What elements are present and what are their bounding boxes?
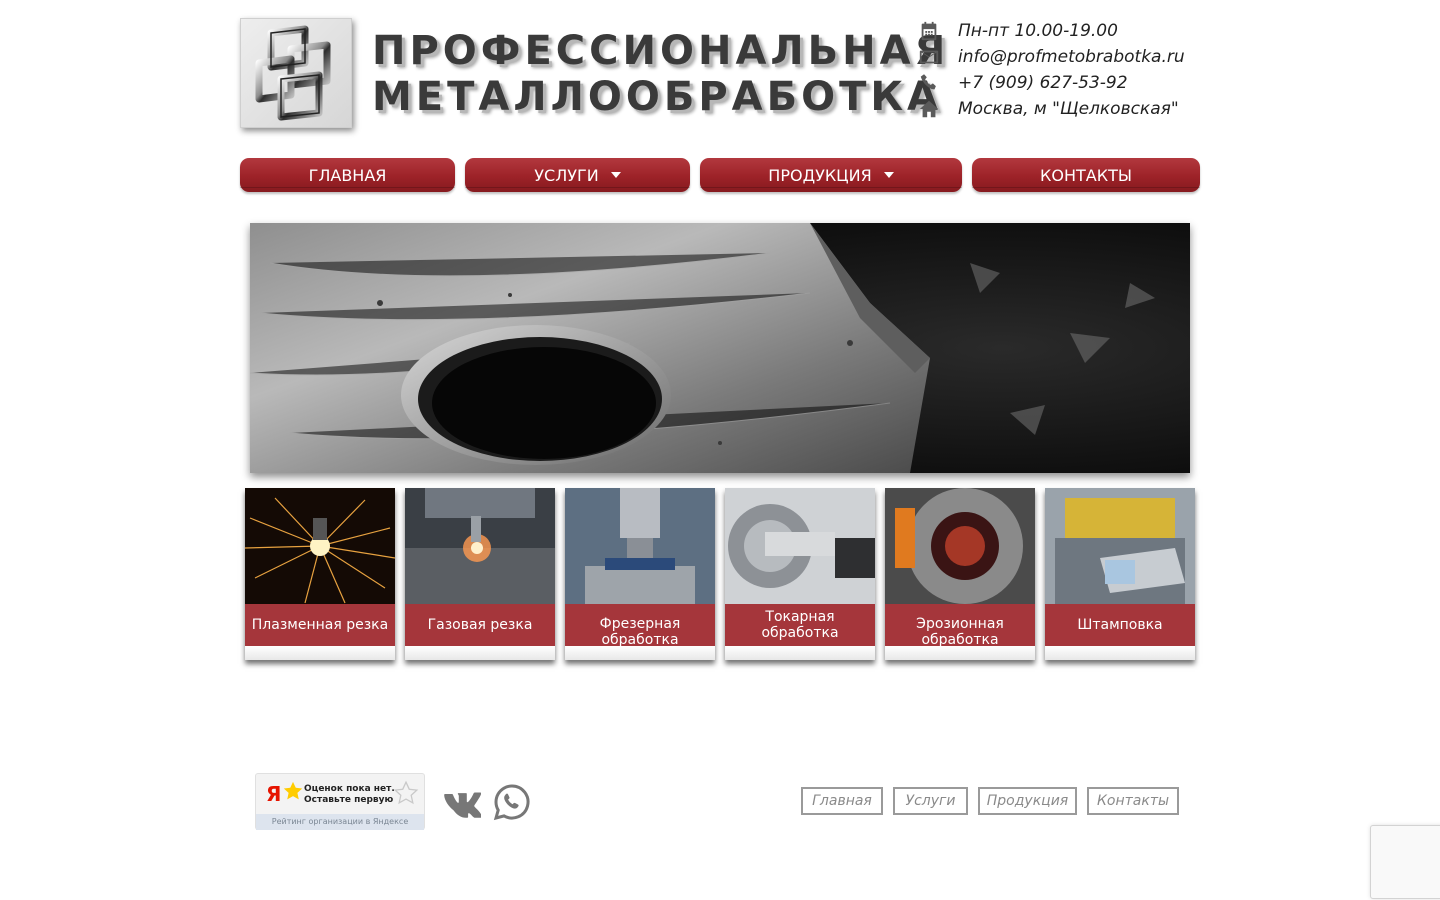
footer-link-home[interactable]: Главная: [801, 787, 883, 815]
service-tile-turning[interactable]: Токарная обработка: [725, 488, 875, 660]
yandex-rating-text: Оценок пока нет. Оставьте первую: [304, 784, 395, 806]
contact-phone[interactable]: +7 (909) 627-53-92: [918, 70, 1208, 96]
yandex-rating-line2: Оставьте первую: [304, 795, 394, 805]
whatsapp-icon[interactable]: [493, 783, 531, 821]
yandex-rating-line1: Оценок пока нет.: [304, 784, 395, 794]
caret-down-icon: [883, 172, 894, 178]
contact-email-text[interactable]: info@profmetobrabotka.ru: [958, 47, 1185, 67]
service-tile-milling[interactable]: Фрезерная обработка: [565, 488, 715, 660]
footer-link-services[interactable]: Услуги: [893, 787, 968, 815]
contact-address: Москва, м "Щелковская": [918, 96, 1208, 122]
service-tile-erosion[interactable]: Эрозионная обработка: [885, 488, 1035, 660]
nav-item-contacts-label: КОНТАКТЫ: [1040, 165, 1132, 185]
service-tile-plasma[interactable]: Плазменная резка: [245, 488, 395, 660]
tile-shadow: [565, 646, 715, 660]
contact-hours: Пн-пт 10.00-19.00: [918, 18, 1208, 44]
nav-item-services[interactable]: УСЛУГИ: [465, 158, 690, 192]
service-tile-stamping[interactable]: Штамповка: [1045, 488, 1195, 660]
service-tile-label: Токарная обработка: [725, 604, 875, 646]
service-tile-label: Плазменная резка: [245, 604, 395, 646]
tile-shadow: [405, 646, 555, 660]
milling-image: [565, 488, 715, 604]
phone-icon: [918, 70, 958, 96]
footer-link-products[interactable]: Продукция: [978, 787, 1077, 815]
contact-hours-text: Пн-пт 10.00-19.00: [958, 21, 1118, 41]
tile-shadow: [1045, 646, 1195, 660]
contact-email[interactable]: info@profmetobrabotka.ru: [918, 44, 1208, 70]
contact-phone-text[interactable]: +7 (909) 627-53-92: [958, 73, 1128, 93]
home-icon: [918, 96, 958, 122]
plasma-cutting-image: [245, 488, 395, 604]
site-title-line2: МЕТАЛЛООБРАБОТКА: [372, 74, 943, 120]
gas-cutting-image: [405, 488, 555, 604]
recaptcha-widget[interactable]: [1370, 825, 1440, 899]
site-title: ПРОФЕССИОНАЛЬНАЯ МЕТАЛЛООБРАБОТКА: [372, 28, 949, 120]
service-tile-label: Газовая резка: [405, 604, 555, 646]
services-grid: Плазменная резка Газовая резка Фрезерная…: [245, 488, 1195, 664]
erosion-image: [885, 488, 1035, 604]
tile-shadow: [245, 646, 395, 660]
nav-item-home[interactable]: ГЛАВНАЯ: [240, 158, 455, 192]
turning-image: [725, 488, 875, 604]
envelope-icon: [918, 44, 958, 70]
yandex-rating-caption: Рейтинг организации в Яндексе: [256, 814, 424, 830]
tile-shadow: [885, 646, 1035, 660]
vk-icon[interactable]: [443, 783, 482, 821]
caret-down-icon: [610, 172, 621, 178]
tile-shadow: [725, 646, 875, 660]
footer-link-contacts[interactable]: Контакты: [1087, 787, 1179, 815]
site-logo[interactable]: [240, 18, 352, 128]
nav-item-contacts[interactable]: КОНТАКТЫ: [972, 158, 1200, 192]
empty-star-icon[interactable]: [393, 780, 419, 806]
header-contacts: Пн-пт 10.00-19.00 info@profmetobrabotka.…: [918, 18, 1208, 122]
yandex-logo: Я: [266, 782, 282, 806]
nav-item-products[interactable]: ПРОДУКЦИЯ: [700, 158, 962, 192]
stamping-image: [1045, 488, 1195, 604]
yandex-rating-badge[interactable]: Я Оценок пока нет. Оставьте первую Рейти…: [255, 773, 425, 830]
contact-address-text: Москва, м "Щелковская": [958, 99, 1179, 119]
service-tile-label: Штамповка: [1045, 604, 1195, 646]
nav-item-services-label: УСЛУГИ: [534, 165, 599, 185]
nav-item-home-label: ГЛАВНАЯ: [308, 165, 387, 185]
nav-item-products-label: ПРОДУКЦИЯ: [768, 165, 872, 185]
calendar-icon: [918, 18, 958, 44]
service-tile-gas[interactable]: Газовая резка: [405, 488, 555, 660]
hero-banner-image: [250, 223, 1190, 473]
main-nav: ГЛАВНАЯ УСЛУГИ ПРОДУКЦИЯ КОНТАКТЫ: [240, 158, 1200, 192]
site-title-line1: ПРОФЕССИОНАЛЬНАЯ: [372, 28, 950, 74]
star-icon: [283, 781, 303, 800]
